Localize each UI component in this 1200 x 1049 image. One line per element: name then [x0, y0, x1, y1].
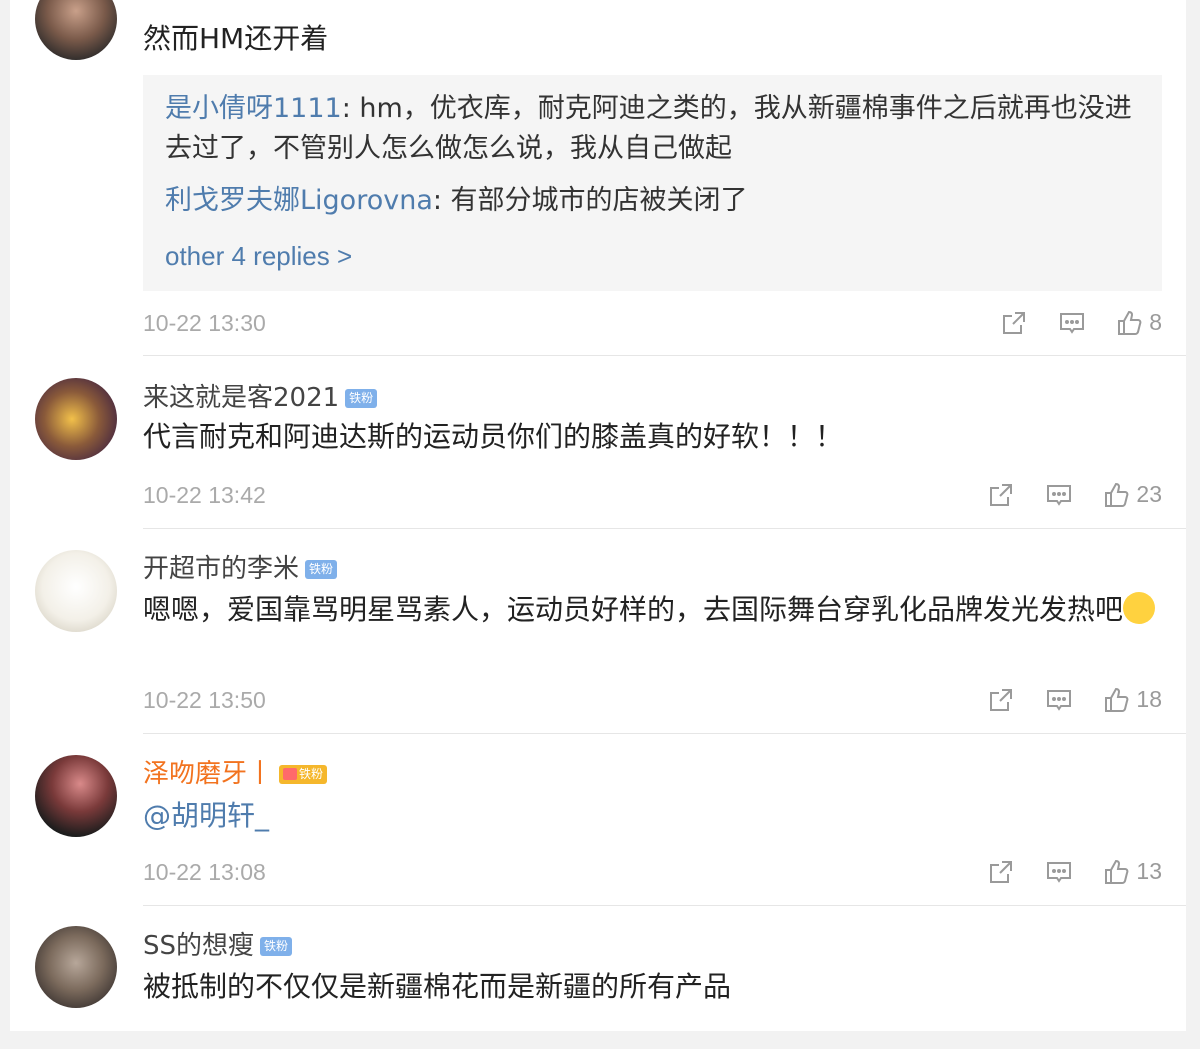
divider: [143, 905, 1186, 906]
comment-icon[interactable]: [1046, 859, 1072, 885]
comment-time: 10-22 13:30: [143, 310, 266, 336]
avatar[interactable]: [35, 755, 117, 837]
share-icon[interactable]: [988, 482, 1014, 508]
like-count: 8: [1149, 309, 1162, 335]
reply-box[interactable]: 是小倩呀1111: hm，优衣库，耐克阿迪之类的，我从新疆棉事件之后就再也没进去…: [143, 75, 1162, 291]
comment-text: 被抵制的不仅仅是新疆棉花而是新疆的所有产品: [143, 970, 732, 1003]
comment-time: 10-22 13:08: [143, 859, 266, 885]
reply-username[interactable]: 利戈罗夫娜Ligorovna: [165, 185, 433, 216]
comment-username[interactable]: 开超市的李米 铁粉: [143, 553, 338, 585]
comment-icon[interactable]: [1046, 687, 1072, 713]
fan-badge: 铁粉: [260, 936, 293, 956]
avatar[interactable]: [35, 550, 117, 632]
username-text: 开超市的李米: [143, 554, 300, 584]
like-count: 18: [1136, 686, 1162, 712]
comment-time: 10-22 13:50: [143, 687, 266, 713]
comment-icon[interactable]: [1046, 482, 1072, 508]
reply-username[interactable]: 是小倩呀1111: [165, 93, 342, 124]
more-replies-link[interactable]: other 4 replies >: [165, 241, 352, 272]
username-text: SS的想瘦: [143, 931, 255, 961]
like-count: 23: [1136, 481, 1162, 507]
comment-actions: 8: [969, 309, 1162, 336]
comment-actions: 23: [956, 481, 1162, 508]
share-icon[interactable]: [988, 859, 1014, 885]
fan-badge: 铁粉: [305, 559, 338, 579]
reply-text: : 有部分城市的店被关闭了: [432, 185, 748, 216]
divider: [143, 733, 1186, 734]
comment-text: 嗯嗯，爱国靠骂明星骂素人，运动员好样的，去国际舞台穿乳化品牌发光发热吧: [143, 590, 1163, 630]
username-text: 来这就是客2021: [143, 383, 340, 413]
like-count: 13: [1136, 858, 1162, 884]
comment-actions: 13: [956, 858, 1162, 885]
share-icon[interactable]: [988, 687, 1014, 713]
comment-username[interactable]: 来这就是客2021 铁粉: [143, 382, 378, 414]
divider: [143, 355, 1186, 356]
thumbs-up-icon[interactable]: [1104, 687, 1130, 713]
thumbs-up-icon[interactable]: [1117, 310, 1143, 336]
divider: [143, 528, 1186, 529]
comment-icon[interactable]: [1059, 310, 1085, 336]
comment-text-body: 嗯嗯，爱国靠骂明星骂素人，运动员好样的，去国际舞台穿乳化品牌发光发热吧: [143, 593, 1124, 626]
comment-list: 然而HM还开着 是小倩呀1111: hm，优衣库，耐克阿迪之类的，我从新疆棉事件…: [10, 0, 1186, 1031]
reply-item: 利戈罗夫娜Ligorovna: 有部分城市的店被关闭了: [165, 181, 1155, 221]
username-text: 泽吻磨牙丨: [143, 759, 274, 789]
comment-username[interactable]: 泽吻磨牙丨 铁粉: [143, 758, 328, 790]
thumbs-up-icon[interactable]: [1104, 859, 1130, 885]
comment-actions: 18: [956, 686, 1162, 713]
comment-time: 10-22 13:42: [143, 482, 266, 508]
sweat-smile-emoji-icon: [1123, 592, 1156, 624]
comment-username[interactable]: SS的想瘦 铁粉: [143, 930, 293, 962]
avatar[interactable]: [35, 926, 117, 1008]
reply-item: 是小倩呀1111: hm，优衣库，耐克阿迪之类的，我从新疆棉事件之后就再也没进去…: [165, 89, 1155, 169]
avatar[interactable]: [35, 0, 117, 60]
thumbs-up-icon[interactable]: [1104, 482, 1130, 508]
fan-badge: 铁粉: [279, 764, 328, 784]
crown-icon: [283, 768, 298, 780]
fan-badge-label: 铁粉: [299, 766, 324, 781]
fan-badge: 铁粉: [345, 388, 378, 408]
share-icon[interactable]: [1001, 310, 1027, 336]
comment-text[interactable]: @胡明轩_: [143, 796, 1163, 836]
comment-text: 然而HM还开着: [143, 22, 329, 55]
comment-text: 代言耐克和阿迪达斯的运动员你们的膝盖真的好软！！！: [143, 420, 844, 453]
avatar[interactable]: [35, 378, 117, 460]
